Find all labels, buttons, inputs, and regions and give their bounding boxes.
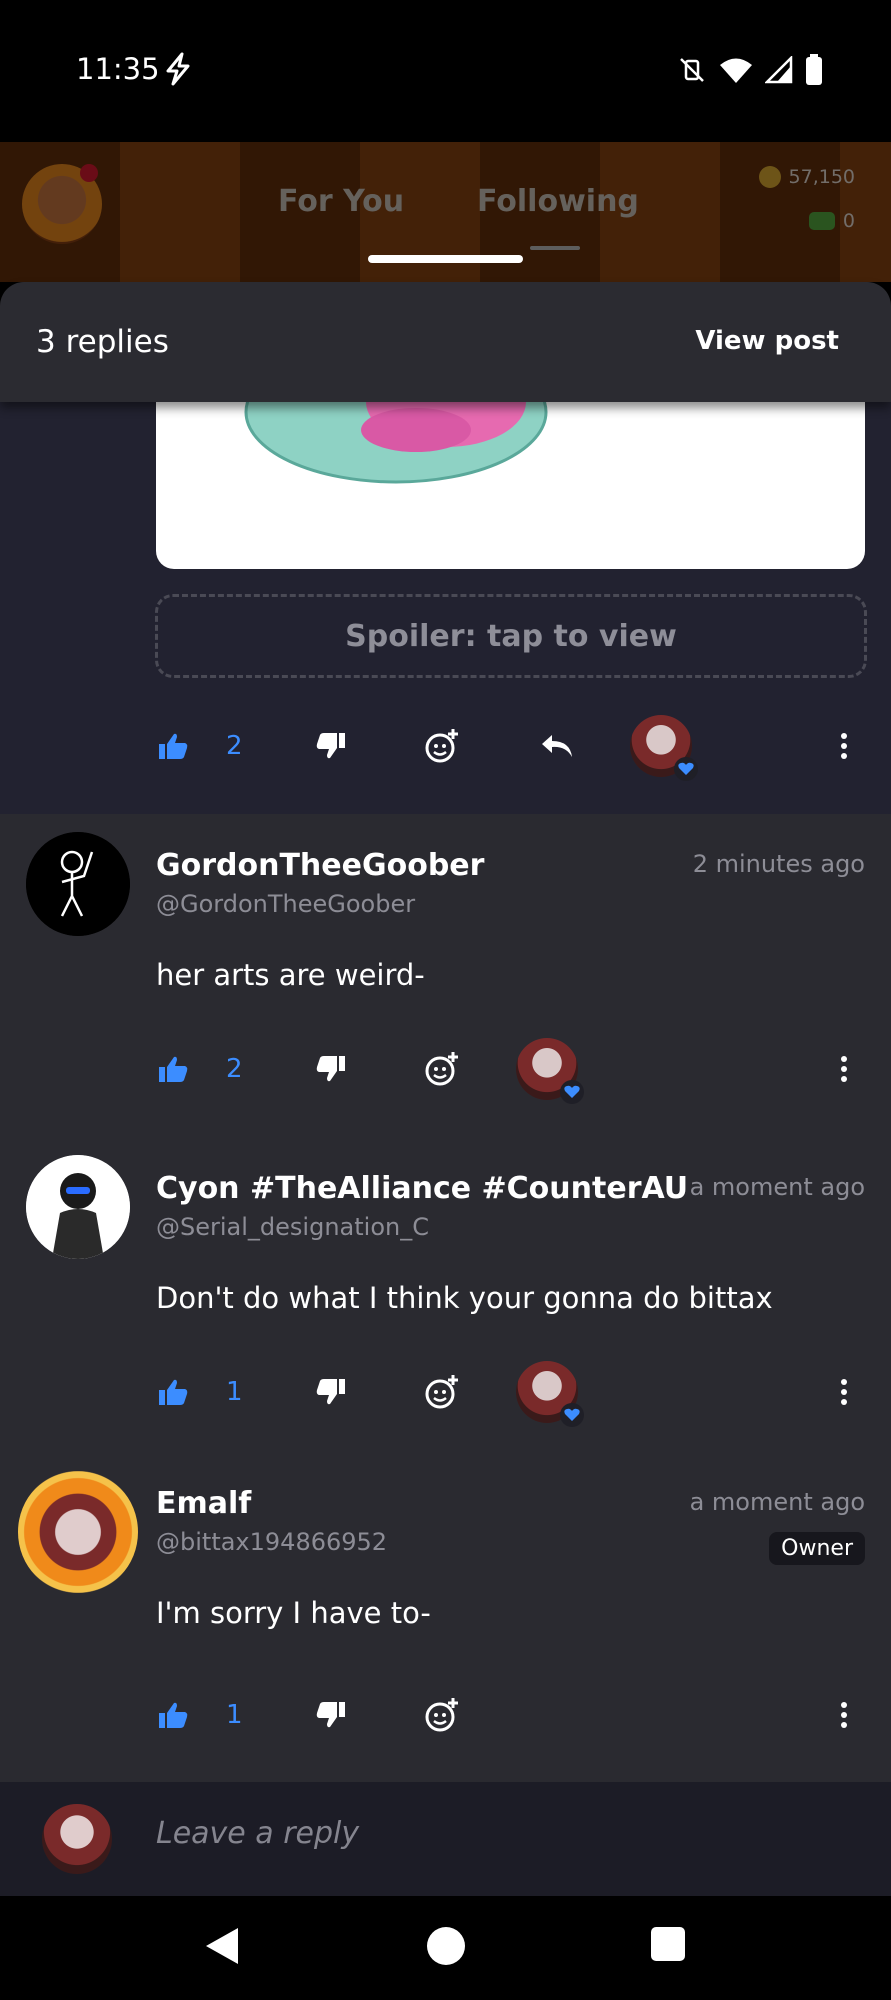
user-avatar (42, 1804, 112, 1874)
heart-icon (564, 1085, 580, 1098)
more-vertical-icon (841, 1056, 847, 1082)
reply-actions: 1 (0, 1685, 891, 1745)
avatar[interactable] (26, 1155, 130, 1259)
reply-timestamp: a moment ago (689, 1488, 865, 1516)
view-post-button[interactable]: View post (695, 326, 839, 356)
thumbs-up-icon (159, 733, 188, 759)
like-count: 1 (226, 1377, 243, 1407)
reactor-avatar[interactable] (516, 1361, 584, 1427)
more-options-button[interactable] (840, 733, 848, 759)
reply-text: her arts are weird- (156, 958, 425, 992)
like-button[interactable] (158, 1701, 188, 1729)
reply-timestamp: a moment ago (689, 1173, 865, 1201)
vibrate-off-icon (680, 58, 704, 82)
more-vertical-icon (841, 1702, 847, 1728)
thumbs-down-icon (316, 733, 345, 759)
reply-author-handle: @Serial_designation_C (156, 1213, 429, 1241)
reply-author-name[interactable]: Cyon #TheAlliance #CounterAU (156, 1171, 688, 1206)
more-vertical-icon (841, 733, 847, 759)
reply-item: Emalf @bittax194866952 a moment ago Owne… (0, 1470, 891, 1782)
add-emoji-icon (425, 1698, 458, 1732)
reply-composer: Leave a reply (0, 1782, 891, 1896)
thumbs-down-icon (316, 1379, 345, 1405)
like-button[interactable] (158, 1055, 188, 1083)
heart-icon (678, 762, 694, 775)
status-time: 11:35 (76, 52, 160, 86)
reply-author-name[interactable]: Emalf (156, 1486, 251, 1521)
dislike-button[interactable] (316, 732, 346, 760)
more-options-button[interactable] (840, 1702, 848, 1728)
like-count: 2 (226, 731, 243, 761)
thumbs-down-icon (316, 1702, 345, 1728)
dislike-button[interactable] (316, 1378, 346, 1406)
more-options-button[interactable] (840, 1379, 848, 1405)
heart-icon (564, 1408, 580, 1421)
back-icon[interactable] (204, 1926, 240, 1966)
more-options-button[interactable] (840, 1056, 848, 1082)
reply-text: Don't do what I think your gonna do bitt… (156, 1281, 773, 1315)
like-count: 2 (226, 1054, 243, 1084)
reply-author-handle: @bittax194866952 (156, 1528, 388, 1556)
reply-input[interactable]: Leave a reply (156, 1816, 359, 1851)
add-reaction-button[interactable] (424, 1374, 460, 1410)
reply-actions: 1 (0, 1361, 891, 1427)
sheet-header: 3 replies View post (0, 282, 891, 402)
status-bar: 11:35 (0, 0, 891, 142)
avatar[interactable] (18, 1470, 138, 1594)
sheet-title: 3 replies (36, 324, 169, 360)
add-emoji-icon (425, 1375, 458, 1409)
wifi-icon (720, 58, 752, 83)
home-icon[interactable] (426, 1926, 466, 1966)
signal-icon (765, 56, 793, 84)
post-image[interactable] (156, 402, 865, 569)
like-count: 1 (226, 1700, 243, 1730)
add-reaction-button[interactable] (424, 1051, 460, 1087)
original-post: Spoiler: tap to view 2 (0, 402, 891, 814)
system-nav-bar (0, 1896, 891, 2000)
owner-badge: Owner (769, 1532, 865, 1565)
thumbs-down-icon (316, 1056, 345, 1082)
reply-item: GordonTheeGoober @GordonTheeGoober 2 min… (0, 832, 891, 1152)
reactor-avatar[interactable] (516, 1038, 584, 1104)
dislike-button[interactable] (316, 1701, 346, 1729)
dislike-button[interactable] (316, 1055, 346, 1083)
reply-timestamp: 2 minutes ago (692, 850, 865, 878)
reply-actions: 2 (0, 1038, 891, 1104)
reply-arrow-icon (542, 735, 572, 757)
thumbs-up-icon (159, 1379, 188, 1405)
add-emoji-icon (425, 729, 458, 763)
sheet-drag-handle[interactable] (368, 255, 523, 263)
reply-item: Cyon #TheAlliance #CounterAU @Serial_des… (0, 1155, 891, 1475)
reply-text: I'm sorry I have to- (156, 1596, 431, 1630)
post-actions: 2 (0, 715, 891, 781)
spoiler-button[interactable]: Spoiler: tap to view (155, 594, 867, 678)
replies-list[interactable]: Spoiler: tap to view 2 GordonTheeGoober … (0, 402, 891, 1782)
like-button[interactable] (158, 732, 188, 760)
like-button[interactable] (158, 1378, 188, 1406)
avatar[interactable] (26, 832, 130, 936)
reactor-avatar[interactable] (630, 715, 698, 781)
flash-icon (166, 52, 190, 86)
reply-author-name[interactable]: GordonTheeGoober (156, 848, 484, 883)
reply-author-handle: @GordonTheeGoober (156, 890, 416, 918)
add-emoji-icon (425, 1052, 458, 1086)
recents-icon[interactable] (650, 1926, 686, 1962)
reply-button[interactable] (540, 733, 574, 759)
thumbs-up-icon (159, 1056, 188, 1082)
add-reaction-button[interactable] (424, 1697, 460, 1733)
battery-icon (806, 54, 822, 85)
thumbs-up-icon (159, 1702, 188, 1728)
add-reaction-button[interactable] (424, 728, 460, 764)
more-vertical-icon (841, 1379, 847, 1405)
